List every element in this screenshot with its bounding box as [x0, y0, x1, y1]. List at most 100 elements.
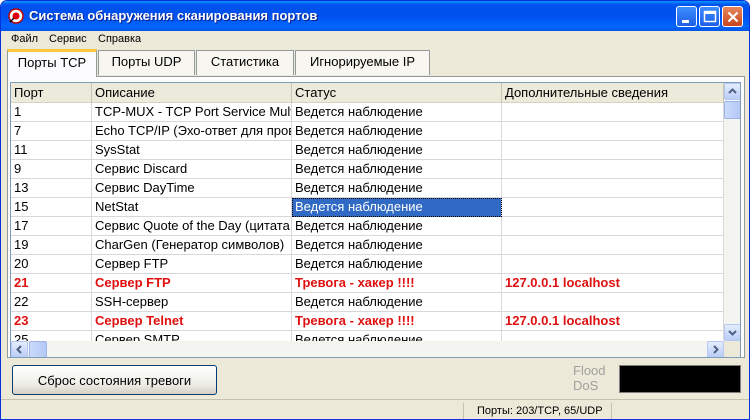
cell-status: Ведется наблюдение — [292, 179, 502, 198]
cell-details — [502, 217, 724, 236]
cell-status: Ведется наблюдение — [292, 293, 502, 312]
cell-description: CharGen (Генератор символов) — [92, 236, 292, 255]
cell-description: Сервис DayTime — [92, 179, 292, 198]
ports-count-status: Порты: 203/TCP, 65/UDP — [463, 403, 611, 419]
cell-port: 23 — [11, 312, 92, 331]
cell-status: Ведется наблюдение — [292, 198, 502, 217]
flood-dos-indicator — [619, 365, 741, 393]
cell-port: 15 — [11, 198, 92, 217]
table-row[interactable]: 19 CharGen (Генератор символов) Ведется на… — [11, 236, 724, 255]
minimize-button[interactable] — [676, 6, 697, 27]
column-header-details[interactable]: Дополнительные сведения — [502, 83, 724, 103]
cell-description: SSH-сервер — [92, 293, 292, 312]
table-row[interactable]: 17Сервис Quote of the Day (цитата дня)Ве… — [11, 217, 724, 236]
table-header: Порт Описание Статус Дополнительные свед… — [11, 83, 724, 103]
menu-bar: Файл Сервис Справка — [1, 31, 749, 50]
cell-description: TCP-MUX - TCP Port Service Multiplexer — [92, 103, 292, 122]
cell-status: Ведется наблюдение — [292, 331, 502, 341]
column-header-port[interactable]: Порт — [11, 83, 92, 103]
cell-port: 21 — [11, 274, 92, 293]
tab-statistics[interactable]: Статистика — [196, 50, 294, 75]
flood-label: Flood — [573, 363, 606, 378]
scroll-left-icon[interactable] — [11, 341, 28, 357]
column-header-status[interactable]: Статус — [292, 83, 502, 103]
vertical-scrollbar[interactable] — [724, 83, 740, 341]
table-row[interactable]: 23 Сервер Telnet Тревога - хакер !!!! 127.0… — [11, 312, 724, 331]
cell-description: Сервер FTP — [92, 274, 292, 293]
scroll-down-icon[interactable] — [724, 324, 740, 341]
menu-service[interactable]: Сервис — [49, 33, 87, 45]
cell-description: Сервер SMTP — [92, 331, 292, 341]
cell-status: Тревога - хакер !!!! — [292, 312, 502, 331]
cell-details — [502, 160, 724, 179]
cell-description: Echo TCP/IP (Эхо-ответ для проверки) — [92, 122, 292, 141]
cell-description: Сервис Discard — [92, 160, 292, 179]
table-row[interactable]: 25 Сервер SMTP Ведется наблюдение — [11, 331, 724, 341]
tab-tcp-ports[interactable]: Порты TCP — [7, 49, 97, 77]
cell-status: Ведется наблюдение — [292, 103, 502, 122]
cell-status: Ведется наблюдение — [292, 217, 502, 236]
cell-port: 20 — [11, 255, 92, 274]
cell-details — [502, 103, 724, 122]
cell-details — [502, 198, 724, 217]
reset-alarm-button[interactable]: Сброс состояния тревоги — [12, 365, 217, 395]
cell-port: 1 — [11, 103, 92, 122]
tab-ignored-ip[interactable]: Игнорируемые IP — [295, 50, 430, 75]
scrollbar-corner — [724, 341, 740, 357]
horizontal-scrollbar[interactable] — [11, 341, 724, 357]
cell-details — [502, 141, 724, 160]
cell-description: NetStat — [92, 198, 292, 217]
cell-details — [502, 255, 724, 274]
cell-port: 22 — [11, 293, 92, 312]
table-row[interactable]: 1TCP-MUX - TCP Port Service MultiplexerВ… — [11, 103, 724, 122]
cell-status: Ведется наблюдение — [292, 141, 502, 160]
alert-icon — [8, 8, 24, 24]
cell-port: 9 — [11, 160, 92, 179]
cell-status: Ведется наблюдение — [292, 255, 502, 274]
cell-details — [502, 331, 724, 341]
cell-details — [502, 179, 724, 198]
cell-description: Сервер Telnet — [92, 312, 292, 331]
flood-dos-label: Flood DoS — [573, 363, 613, 393]
cell-details: 127.0.0.1 localhost — [502, 312, 724, 331]
app-window: Система обнаружения сканирования портов … — [0, 0, 750, 420]
cell-port: 7 — [11, 122, 92, 141]
cell-details: 127.0.0.1 localhost — [502, 274, 724, 293]
title-bar[interactable]: Система обнаружения сканирования портов — [1, 1, 749, 31]
table-row[interactable]: 11 SysStat Ведется наблюдение — [11, 141, 724, 160]
table-row[interactable]: 9 Сервис Discard Ведется наблюдение — [11, 160, 724, 179]
scroll-right-icon[interactable] — [707, 341, 724, 357]
cell-description: Сервис Quote of the Day (цитата дня) — [92, 217, 292, 236]
cell-description: Сервер FTP — [92, 255, 292, 274]
cell-port: 13 — [11, 179, 92, 198]
dos-label: DoS — [573, 378, 599, 393]
scroll-up-icon[interactable] — [724, 83, 740, 100]
cell-status: Ведется наблюдение — [292, 236, 502, 255]
table-row[interactable]: 21 Сервер FTP Тревога - хакер !!!! 127.0.0.… — [11, 274, 724, 293]
menu-file[interactable]: Файл — [11, 33, 38, 45]
cell-details — [502, 122, 724, 141]
table-row[interactable]: 22 SSH-сервер Ведется наблюдение — [11, 293, 724, 312]
horizontal-scroll-thumb[interactable] — [29, 341, 47, 357]
cell-status: Ведется наблюдение — [292, 122, 502, 141]
table-row[interactable]: 13 Сервис DayTime Ведется наблюдение — [11, 179, 724, 198]
cell-port: 11 — [11, 141, 92, 160]
status-panel-empty — [611, 403, 749, 419]
close-button[interactable] — [722, 6, 743, 27]
column-header-description[interactable]: Описание — [92, 83, 292, 103]
ports-table[interactable]: Порт Описание Статус Дополнительные свед… — [10, 82, 741, 358]
table-row[interactable]: 7Echo TCP/IP (Эхо-ответ для проверки)Вед… — [11, 122, 724, 141]
table-row[interactable]: 15 NetStat Ведется наблюдение — [11, 198, 724, 217]
table-row[interactable]: 20 Сервер FTP Ведется наблюдение — [11, 255, 724, 274]
vertical-scroll-thumb[interactable] — [724, 101, 740, 119]
window-title: Система обнаружения сканирования портов — [29, 8, 318, 23]
cell-port: 19 — [11, 236, 92, 255]
tab-udp-ports[interactable]: Порты UDP — [98, 50, 195, 75]
cell-status: Тревога - хакер !!!! — [292, 274, 502, 293]
cell-details — [502, 236, 724, 255]
cell-description: SysStat — [92, 141, 292, 160]
maximize-button[interactable] — [699, 6, 720, 27]
status-bar: Порты: 203/TCP, 65/UDP — [1, 399, 749, 419]
cell-details — [502, 293, 724, 312]
menu-help[interactable]: Справка — [98, 33, 141, 45]
